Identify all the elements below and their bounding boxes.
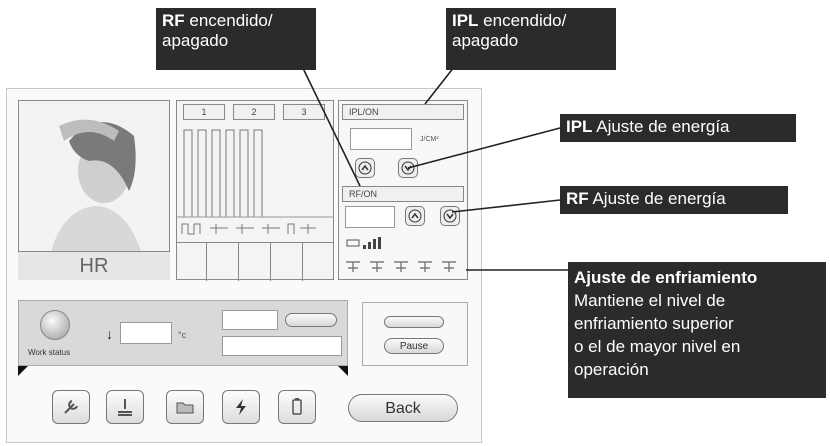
callout-ipl-energy: IPL Ajuste de energía (560, 114, 796, 142)
callout-rf-onoff: RF encendido/ apagado (156, 8, 316, 70)
callout-ipl-onoff: IPL encendido/ apagado (446, 8, 616, 70)
callout-cooling: Ajuste de enfriamiento Mantiene el nivel… (568, 262, 826, 398)
callout-rf-energy: RF Ajuste de energía (560, 186, 788, 214)
